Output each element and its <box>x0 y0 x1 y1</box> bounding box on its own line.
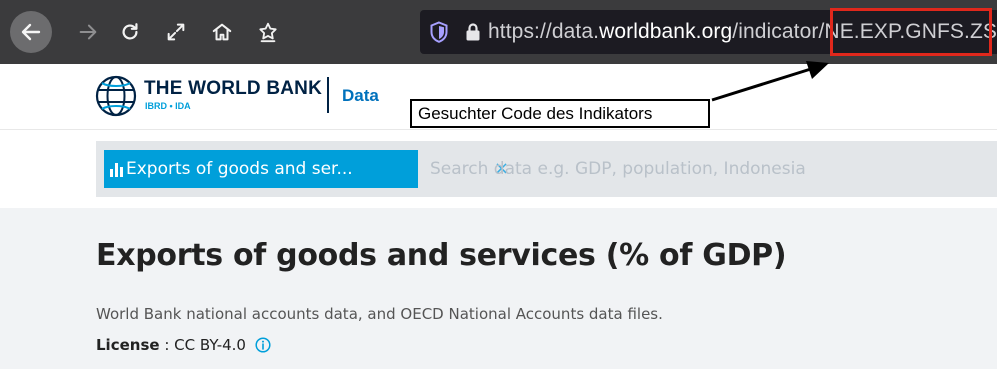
forward-arrow-icon <box>79 24 97 40</box>
bookmark-star-icon <box>259 22 277 43</box>
data-source-text: World Bank national accounts data, and O… <box>96 305 663 323</box>
url-host: worldbank.org <box>599 20 733 43</box>
reload-button[interactable] <box>112 14 148 50</box>
indicator-code-highlight <box>830 8 992 56</box>
chip-label: Exports of goods and ser... <box>126 159 353 179</box>
search-bar: Exports of goods and ser... × <box>96 141 997 197</box>
url-prefix: https://data. <box>488 20 600 43</box>
world-bank-globe-logo[interactable] <box>94 74 138 118</box>
license-value: CC BY-4.0 <box>174 336 246 354</box>
home-button[interactable] <box>204 14 240 50</box>
expand-button[interactable] <box>158 14 194 50</box>
license-separator: : <box>159 336 175 354</box>
forward-button[interactable] <box>70 14 106 50</box>
back-arrow-icon <box>21 23 41 41</box>
search-input[interactable] <box>424 150 984 188</box>
brand-name[interactable]: THE WORLD BANK <box>144 78 322 100</box>
selected-indicator-chip[interactable]: Exports of goods and ser... <box>104 150 418 188</box>
expand-icon <box>167 23 185 41</box>
indicator-content: Exports of goods and services (% of GDP)… <box>0 208 997 369</box>
page-title: Exports of goods and services (% of GDP) <box>96 238 787 273</box>
url-path: /indicator <box>732 20 819 43</box>
bar-chart-icon <box>110 163 123 177</box>
back-button[interactable] <box>10 11 52 53</box>
reload-icon <box>122 23 138 40</box>
license-line: License : CC BY-4.0 <box>96 336 271 354</box>
info-icon[interactable] <box>255 337 271 353</box>
lock-icon[interactable] <box>459 10 488 54</box>
header-divider <box>327 77 329 113</box>
bookmark-button[interactable] <box>250 14 286 50</box>
brand-subtitle: IBRD • IDA <box>145 101 191 111</box>
home-icon <box>212 23 232 41</box>
browser-toolbar: https://data.worldbank.org/indicator/NE.… <box>0 0 997 64</box>
annotation-label: Gesuchter Code des Indikators <box>410 99 710 128</box>
shield-icon[interactable] <box>420 10 459 54</box>
data-section-link[interactable]: Data <box>342 86 379 106</box>
license-label: License <box>96 336 160 354</box>
